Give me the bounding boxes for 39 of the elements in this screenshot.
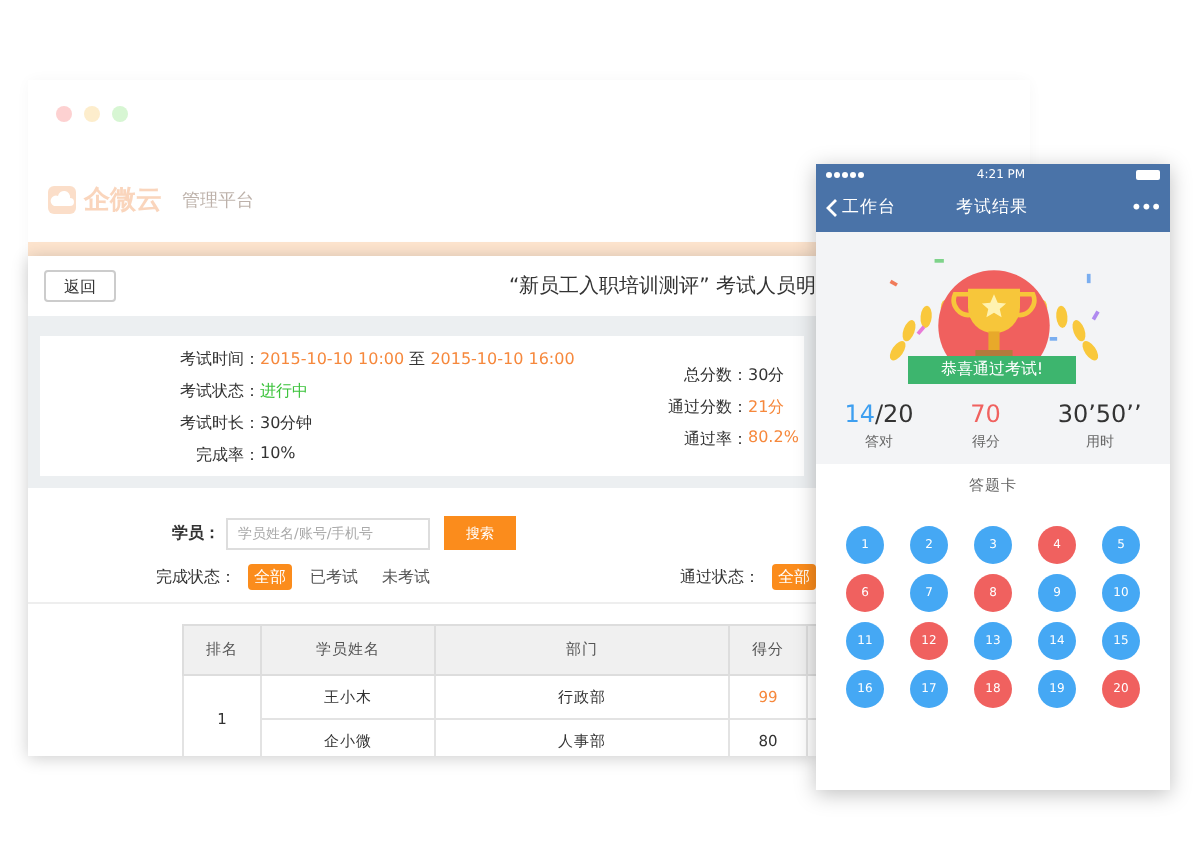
info-value: 2015-10-10 10:00 至 2015-10-10 16:00 (260, 347, 575, 369)
stat-value: 14/20 (844, 400, 914, 428)
filter-label: 完成状态： (156, 566, 236, 588)
stat-value: 30’50’’ (1057, 400, 1142, 428)
back-link[interactable]: 工作台 (826, 196, 896, 220)
info-value: 30分 (748, 363, 787, 385)
back-button[interactable]: 返回 (44, 270, 116, 302)
platform-label: 管理平台 (182, 189, 254, 213)
info-label: 完成率： (194, 443, 260, 465)
minimize-dot-icon (84, 106, 100, 122)
brand-name: 企微云 (84, 184, 162, 218)
search-label: 学员： (172, 522, 220, 544)
filter-option[interactable]: 全部 (248, 564, 292, 590)
cloud-logo-icon (48, 186, 76, 214)
maximize-dot-icon (112, 106, 128, 122)
close-dot-icon (56, 106, 72, 122)
filter-label: 通过状态： (680, 566, 760, 588)
info-value: 21分 (748, 395, 787, 417)
stat-value: 70 (970, 400, 1001, 428)
info-label: 考试时间： (178, 347, 260, 369)
info-value: 80.2% (748, 427, 801, 449)
screen-title: 考试结果 (954, 196, 1030, 220)
info-label: 考试状态： (178, 379, 260, 401)
info-label: 总分数： (682, 363, 748, 385)
more-menu[interactable]: ••• (1130, 197, 1160, 219)
filter-option[interactable]: 未考试 (376, 564, 436, 590)
info-label: 通过分数： (666, 395, 748, 417)
congrats-banner: 恭喜通过考试! (908, 356, 1076, 384)
page-title: “新员工入职培训测评” 考试人员明 (508, 273, 816, 300)
info-label: 考试时长： (178, 411, 260, 433)
info-value: 10% (260, 443, 296, 465)
battery-icon (1136, 169, 1160, 179)
signal-icon (826, 171, 864, 177)
filter-option[interactable]: 已考试 (304, 564, 364, 590)
info-value: 30分钟 (260, 411, 313, 433)
info-value: 进行中 (260, 379, 308, 401)
info-label: 通过率： (682, 427, 748, 449)
back-chevron-icon (826, 198, 838, 218)
filter-option[interactable]: 全部 (772, 564, 816, 590)
